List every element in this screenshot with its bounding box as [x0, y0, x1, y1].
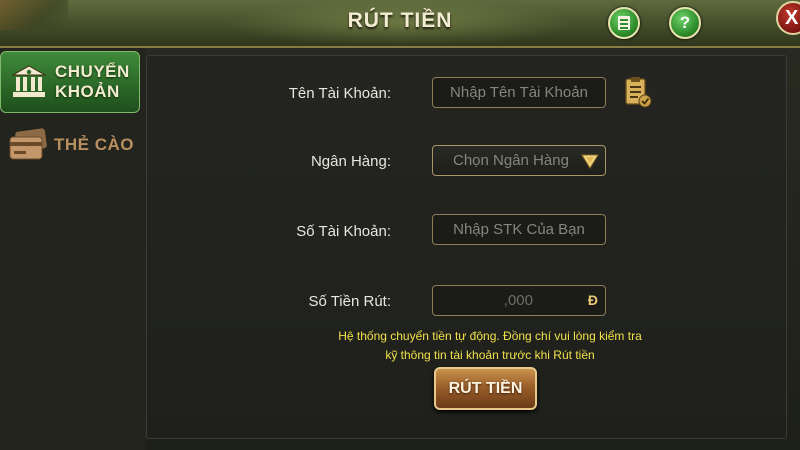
question-mark-icon: ? [679, 13, 691, 32]
sidebar-item-label: CHUYỂN KHOẢN [55, 62, 130, 101]
sidebar-item-label: THẺ CÀO [54, 135, 134, 154]
history-button[interactable] [608, 7, 640, 39]
card-icon [8, 125, 48, 165]
chevron-down-icon [581, 154, 599, 169]
sidebar-item-bank-transfer[interactable]: CHUYỂN KHOẢN [0, 51, 140, 113]
help-button[interactable]: ? [669, 7, 701, 39]
bank-select[interactable]: Chọn Ngân Hàng [432, 145, 606, 176]
sidebar-item-scratch-card[interactable]: THẺ CÀO [0, 114, 140, 176]
bank-select-value: Chọn Ngân Hàng [453, 152, 569, 169]
withdraw-notice: Hệ thống chuyển tiền tự động. Đồng chí v… [300, 327, 680, 365]
amount-label: Số Tiền Rút: [308, 293, 391, 310]
amount-input[interactable]: ,000 Đ [432, 285, 606, 316]
notice-line-2: kỹ thông tin tài khoản trước khi Rút tiề… [385, 348, 595, 362]
account-number-input[interactable]: Nhập STK Của Bạn [432, 214, 606, 245]
document-list-icon [618, 16, 630, 30]
dialog-header: RÚT TIỀN ? X [0, 0, 800, 48]
sidebar: CHUYỂN KHOẢN THẺ CÀO [0, 48, 146, 450]
account-name-input[interactable]: Nhập Tên Tài Khoản [432, 77, 606, 108]
clipboard-check-icon[interactable] [623, 75, 653, 109]
currency-symbol: Đ [587, 292, 598, 308]
account-name-label: Tên Tài Khoản: [288, 85, 391, 102]
account-number-placeholder: Nhập STK Của Bạn [453, 221, 585, 238]
bank-icon [9, 62, 49, 102]
account-number-label: Số Tài Khoản: [296, 223, 391, 240]
bank-label: Ngân Hàng: [310, 153, 391, 170]
close-icon: X [785, 6, 799, 29]
withdraw-submit-label: RÚT TIỀN [448, 379, 523, 397]
amount-placeholder: ,000 [503, 292, 533, 309]
withdraw-dialog: RÚT TIỀN ? X CHUYỂN KHOẢN THẺ CÀO Tên Tà… [0, 0, 800, 450]
withdraw-submit-button[interactable]: RÚT TIỀN [434, 367, 537, 410]
account-name-placeholder: Nhập Tên Tài Khoản [450, 84, 588, 101]
notice-line-1: Hệ thống chuyển tiền tự động. Đồng chí v… [338, 329, 642, 343]
